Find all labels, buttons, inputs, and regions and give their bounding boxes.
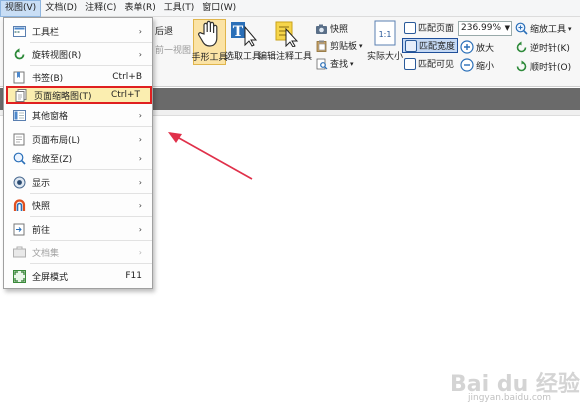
menu-view[interactable]: 视图(V) — [0, 0, 42, 17]
hand-icon — [197, 20, 217, 47]
menu-separator — [30, 42, 152, 43]
fit-page-button[interactable]: 匹配页面 — [404, 21, 454, 34]
snapshot-icon — [12, 198, 26, 212]
page-layout-icon — [12, 132, 26, 146]
chevron-down-icon: ▾ — [568, 24, 572, 33]
menu-separator — [30, 193, 152, 194]
rotate-ccw-button[interactable]: 逆时针(K) — [515, 41, 570, 54]
go-to-icon — [12, 222, 26, 236]
fit-visible-icon — [404, 57, 416, 70]
menu-window[interactable]: 窗口(W) — [198, 0, 240, 17]
menu-item-full-screen[interactable]: 全屏模式 F11 — [4, 267, 152, 285]
menu-separator — [30, 169, 152, 170]
find-button[interactable]: 查找 ▾ — [315, 57, 354, 70]
magnifier-icon — [515, 22, 528, 35]
chevron-down-icon[interactable]: ▼ — [505, 22, 510, 35]
rotate-cw-button[interactable]: 顺时针(O) — [515, 60, 571, 73]
rotate-view-icon — [12, 47, 26, 61]
rotate-ccw-icon — [516, 41, 527, 53]
fit-width-button[interactable]: 匹配宽度 — [402, 38, 459, 53]
back-button[interactable]: 后退 — [155, 24, 173, 37]
panes-icon — [12, 108, 26, 122]
menu-item-portfolio[interactable]: 文档集 › — [4, 243, 152, 261]
fit-visible-button[interactable]: 匹配可见 — [404, 57, 454, 70]
menu-item-other-panes[interactable]: 其他窗格 › — [4, 106, 152, 124]
prev-view-button[interactable]: 前一视图 — [155, 43, 191, 56]
snapshot-button[interactable]: 快照 — [315, 22, 348, 35]
chevron-right-icon: › — [138, 134, 142, 144]
zoom-in-button[interactable]: 放大 — [460, 40, 494, 54]
menu-item-snapshot[interactable]: 快照 › — [4, 196, 152, 214]
zoom-in-icon — [460, 40, 474, 54]
menu-item-toolbar[interactable]: 工具栏 › — [4, 22, 152, 40]
chevron-right-icon: › — [138, 247, 142, 257]
menu-item-rotate-view[interactable]: 旋转视图(R) › — [4, 45, 152, 63]
chevron-down-icon: ▾ — [350, 59, 354, 68]
rotate-cw-icon — [516, 60, 527, 72]
menu-item-display[interactable]: 显示 › — [4, 173, 152, 191]
chevron-right-icon: › — [138, 177, 142, 187]
fit-width-icon — [405, 39, 417, 52]
menu-form[interactable]: 表单(R) — [120, 0, 159, 17]
annotation-edit-icon — [275, 21, 299, 47]
eye-icon — [12, 175, 26, 189]
chevron-right-icon: › — [138, 26, 142, 36]
svg-text:T: T — [233, 24, 244, 40]
text-cursor-icon: T — [231, 22, 257, 47]
menu-item-page-thumbnails[interactable]: 页面缩略图(T) Ctrl+T — [6, 86, 152, 104]
menu-separator — [30, 263, 152, 264]
view-menu-dropdown: 工具栏 › 旋转视图(R) › 书签(B) Ctrl+B 页面缩略图(T) Ct… — [3, 17, 153, 289]
menu-separator — [30, 216, 152, 217]
full-screen-icon — [12, 269, 26, 283]
toolbar-icon — [12, 24, 26, 38]
svg-text:1:1: 1:1 — [379, 30, 392, 39]
chevron-right-icon: › — [138, 49, 142, 59]
menu-item-zoom-to[interactable]: 缩放至(Z) › — [4, 149, 152, 167]
hand-tool-button[interactable]: 手形工具 — [192, 19, 228, 65]
watermark-url: jingyan.baidu.com — [468, 393, 552, 403]
zoom-out-button[interactable]: 缩小 — [460, 58, 494, 72]
menu-item-page-layout[interactable]: 页面布局(L) › — [4, 130, 152, 148]
menu-item-bookmarks[interactable]: 书签(B) Ctrl+B — [4, 68, 152, 86]
menu-separator — [30, 126, 152, 127]
fit-page-icon — [404, 21, 416, 34]
menu-item-go-to[interactable]: 前往 › — [4, 220, 152, 238]
actual-size-button[interactable]: 1:1 实际大小 — [367, 19, 403, 62]
actual-size-icon: 1:1 — [374, 20, 396, 46]
menu-document[interactable]: 文档(D) — [41, 0, 81, 17]
camera-icon — [316, 24, 327, 34]
zoom-tool-button[interactable]: 缩放工具 ▾ — [515, 22, 572, 35]
clipboard-button[interactable]: 剪贴板 ▾ — [315, 39, 363, 52]
menu-tools[interactable]: 工具(T) — [160, 0, 199, 17]
menu-bar: 视图(V) 文档(D) 注释(C) 表单(R) 工具(T) 窗口(W) — [0, 0, 580, 17]
chevron-right-icon: › — [138, 224, 142, 234]
menu-separator — [30, 65, 152, 66]
page-thumbnails-icon — [14, 88, 28, 102]
zoom-out-icon — [460, 58, 474, 72]
chevron-right-icon: › — [138, 110, 142, 120]
select-tool-button[interactable]: T 选取工具 — [225, 19, 261, 62]
chevron-right-icon: › — [138, 153, 142, 163]
menu-comment[interactable]: 注释(C) — [81, 0, 120, 17]
portfolio-icon — [12, 245, 26, 259]
find-icon — [316, 58, 328, 69]
zoom-to-icon — [12, 151, 26, 165]
edit-annotation-tool-button[interactable]: 编辑注释工具 — [258, 19, 312, 62]
zoom-level-input[interactable]: 236.99% ▼ — [458, 21, 512, 36]
bookmark-icon — [12, 70, 26, 84]
clipboard-icon — [316, 40, 327, 52]
chevron-right-icon: › — [138, 200, 142, 210]
chevron-down-icon: ▾ — [359, 41, 363, 50]
menu-separator — [30, 240, 152, 241]
annotation-arrow — [168, 132, 253, 180]
